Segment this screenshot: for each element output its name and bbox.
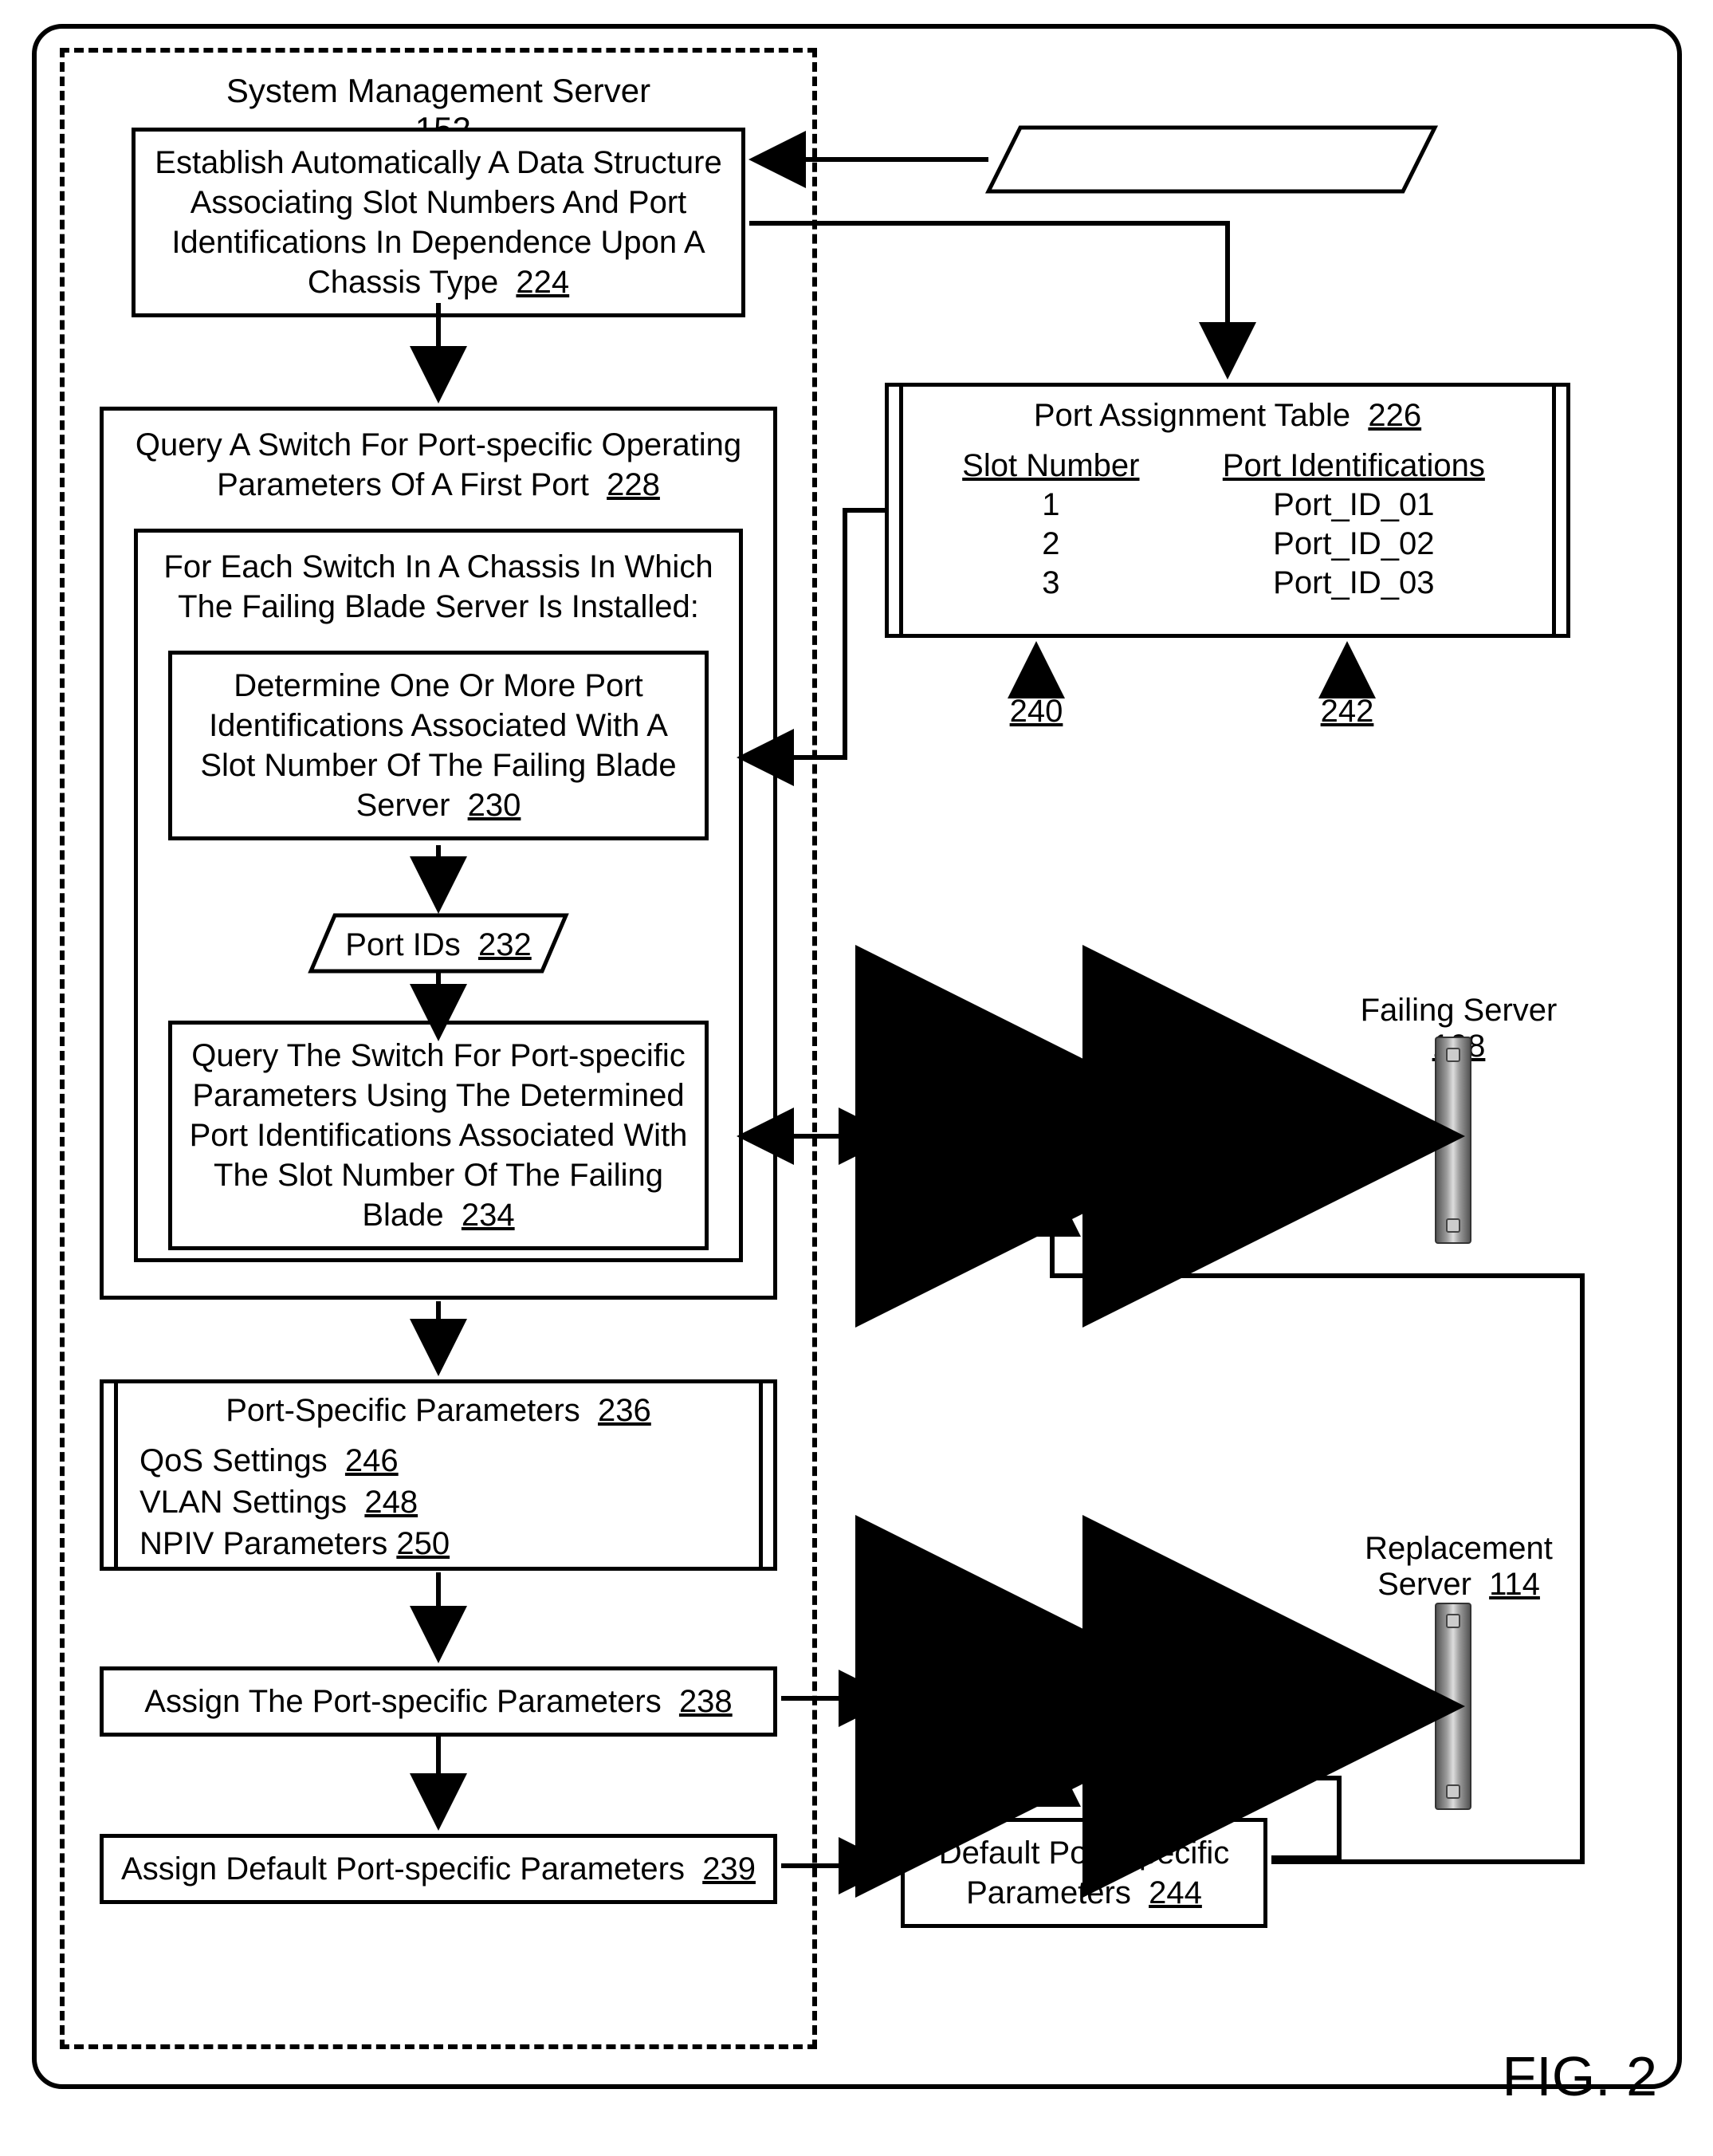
replacement-server-line1: Replacement — [1365, 1531, 1553, 1566]
sms-title-text: System Management Server — [226, 72, 650, 109]
params-title: Port-Specific Parameters — [226, 1393, 580, 1428]
failing-server-text: Failing Server — [1361, 993, 1558, 1028]
port-ids-text: Port IDs — [345, 927, 460, 962]
replacement-server-ref: 114 — [1489, 1567, 1540, 1602]
port-table-col-slot: Slot Number — [925, 448, 1177, 484]
params-vlan-ref: 248 — [364, 1485, 418, 1520]
box-234-ref: 234 — [462, 1198, 515, 1233]
ref-240: 240 — [996, 694, 1076, 730]
box-238-text: Assign The Port-specific Parameters — [144, 1684, 661, 1719]
box-239-text: Assign Default Port-specific Parameters — [121, 1851, 685, 1886]
box-239: Assign Default Port-specific Parameters … — [100, 1834, 777, 1904]
table-row: Port_ID_02 — [1177, 526, 1530, 562]
box-230-text: Determine One Or More Port Identificatio… — [200, 668, 676, 823]
box-224: Establish Automatically A Data Structure… — [132, 128, 745, 317]
box-230: Determine One Or More Port Identificatio… — [168, 651, 709, 840]
switch-218-text: Switch — [966, 1623, 1060, 1658]
chassis-type-ref: 226 — [1289, 144, 1342, 179]
box-228: Query A Switch For Port-specific Operati… — [100, 407, 777, 1300]
box-228-inner-text: For Each Switch In A Chassis In Which Th… — [152, 547, 725, 627]
port-table-col-port: Port Identifications — [1177, 448, 1530, 484]
box-228-loop: For Each Switch In A Chassis In Which Th… — [134, 529, 743, 1262]
table-row: Port_ID_01 — [1177, 487, 1530, 523]
box-239-ref: 239 — [702, 1851, 756, 1886]
table-row: 1 — [925, 487, 1177, 523]
chassis-type-box: Chassis Type 226 — [1036, 142, 1387, 182]
params-npiv-ref: 250 — [396, 1526, 450, 1561]
replacement-server-graphic — [1435, 1603, 1471, 1810]
port-assignment-table: Port Assignment Table 226 Slot Number Po… — [885, 383, 1570, 638]
params-vlan: VLAN Settings — [139, 1485, 347, 1520]
params-qos: QoS Settings — [139, 1443, 328, 1478]
params-title-ref: 236 — [598, 1393, 651, 1428]
port-specific-parameters-box: Port-Specific Parameters 236 QoS Setting… — [100, 1379, 777, 1571]
box-224-text: Establish Automatically A Data Structure… — [155, 145, 721, 300]
ref-242: 242 — [1307, 694, 1387, 730]
switch-218-label: Switch 218 — [945, 1623, 1152, 1658]
params-npiv: NPIV Parameters — [139, 1526, 387, 1561]
port-table-title-ref: 226 — [1368, 398, 1421, 433]
table-row: 2 — [925, 526, 1177, 562]
box-234-text: Query The Switch For Port-specific Param… — [190, 1038, 688, 1233]
switch-219-text: Switch — [966, 1052, 1060, 1088]
box-224-ref: 224 — [516, 265, 569, 300]
table-row: 3 — [925, 565, 1177, 601]
switch-218-graphic — [901, 1666, 1196, 1746]
box-234: Query The Switch For Port-specific Param… — [168, 1021, 709, 1250]
switch-219-label: Switch 219 — [945, 1052, 1152, 1088]
table-row: Port_ID_03 — [1177, 565, 1530, 601]
box-228-ref: 228 — [607, 467, 660, 502]
port-ids-box: Port IDs 232 — [335, 925, 542, 965]
port-ids-ref: 232 — [478, 927, 532, 962]
switch-218-ref: 218 — [1078, 1623, 1131, 1658]
box-244-ref: 244 — [1149, 1875, 1202, 1910]
switch-219-graphic — [901, 1096, 1196, 1176]
box-238-ref: 238 — [679, 1684, 733, 1719]
box-238: Assign The Port-specific Parameters 238 — [100, 1666, 777, 1737]
replacement-server-line2: Server — [1377, 1567, 1471, 1602]
chassis-type-text: Chassis Type — [1081, 144, 1271, 179]
params-qos-ref: 246 — [345, 1443, 399, 1478]
replacement-server-label: Replacement Server 114 — [1323, 1531, 1594, 1603]
box-244: Default Port-Specific Parameters 244 — [901, 1818, 1267, 1928]
figure-label: FIG. 2 — [1503, 2044, 1657, 2108]
failing-server-graphic — [1435, 1037, 1471, 1244]
box-230-ref: 230 — [468, 788, 521, 823]
port-table-title: Port Assignment Table — [1034, 398, 1350, 433]
switch-219-ref: 219 — [1078, 1052, 1131, 1088]
